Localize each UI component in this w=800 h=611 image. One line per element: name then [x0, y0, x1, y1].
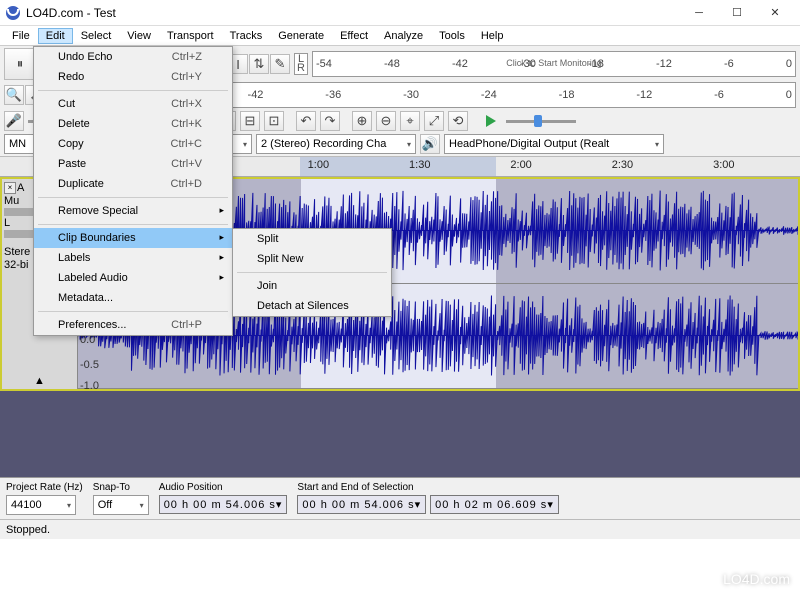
audio-position-field[interactable]: 00 h 00 m 54.006 s▾	[159, 495, 288, 514]
audio-position-label: Audio Position	[159, 482, 288, 493]
menu-transport[interactable]: Transport	[159, 28, 222, 44]
undo-icon[interactable]: ↶	[296, 111, 316, 131]
speaker3-icon: 🔊	[420, 134, 440, 154]
menu-analyze[interactable]: Analyze	[376, 28, 431, 44]
play-at-speed-button[interactable]	[480, 110, 502, 132]
statusbar: Stopped.	[0, 519, 800, 539]
menu-generate[interactable]: Generate	[270, 28, 332, 44]
meter-mark: -30	[403, 89, 419, 101]
submenu-item[interactable]: Detach at Silences	[233, 296, 391, 316]
redo-icon[interactable]: ↷	[320, 111, 340, 131]
envelope-tool-icon[interactable]: ⇅	[249, 54, 269, 74]
submenu-item[interactable]: Join	[233, 276, 391, 296]
meter-mark: -18	[559, 89, 575, 101]
menu-tools[interactable]: Tools	[431, 28, 473, 44]
pan-label: L	[4, 217, 10, 229]
track-name: A	[17, 182, 24, 194]
edit-menu-item[interactable]: CopyCtrl+C	[34, 134, 232, 154]
edit-menu-item[interactable]: Labeled Audio▸	[34, 268, 232, 288]
fit-selection-icon[interactable]: ⌖	[400, 111, 420, 131]
clip-boundaries-submenu: SplitSplit New JoinDetach at Silences	[232, 228, 392, 317]
pause-button[interactable]: ⏸	[4, 48, 36, 80]
time-tick: 3:00	[713, 159, 734, 171]
fit-project-icon[interactable]: ⤢	[424, 111, 444, 131]
recording-meter[interactable]: -54 -48 -42 -30 Click to Start Monitorin…	[312, 51, 796, 77]
edit-menu-item[interactable]: Preferences...Ctrl+P	[34, 315, 232, 335]
time-tick: 1:00	[308, 159, 329, 171]
menu-tracks[interactable]: Tracks	[222, 28, 271, 44]
watermark: LO4D.com	[723, 571, 790, 587]
selection-end-field[interactable]: 00 h 02 m 06.609 s▾	[430, 495, 559, 514]
time-tick: 2:00	[510, 159, 531, 171]
menubar: File Edit Select View Transport Tracks G…	[0, 26, 800, 46]
silence-icon[interactable]: ⊡	[264, 111, 284, 131]
play-speed-slider[interactable]	[506, 110, 586, 132]
meter-mark: -24	[481, 89, 497, 101]
channels-combo[interactable]: 2 (Stereo) Recording Cha▾	[256, 134, 416, 154]
snap-combo[interactable]: Off▾	[93, 495, 149, 515]
track-empty-space	[0, 391, 800, 447]
menu-file[interactable]: File	[4, 28, 38, 44]
edit-menu-item[interactable]: Clip Boundaries▸	[34, 228, 232, 248]
menu-help[interactable]: Help	[473, 28, 512, 44]
meter-mark: -54	[316, 58, 332, 70]
project-rate-combo[interactable]: 44100▾	[6, 495, 76, 515]
window-title: LO4D.com - Test	[26, 6, 680, 20]
zoom-tool-icon[interactable]: 🔍	[4, 85, 24, 105]
app-icon	[6, 6, 20, 20]
zoom-toggle-icon[interactable]: ⟲	[448, 111, 468, 131]
meter-mark: 0	[786, 58, 792, 70]
meter-mark: -6	[714, 89, 724, 101]
status-text: Stopped.	[6, 524, 50, 536]
meter-mark: -6	[724, 58, 734, 70]
meter-mark: -12	[656, 58, 672, 70]
meter-mark: -12	[636, 89, 652, 101]
edit-menu-item[interactable]: CutCtrl+X	[34, 94, 232, 114]
titlebar: LO4D.com - Test ─ ☐ ✕	[0, 0, 800, 26]
meter-mark: 0	[786, 89, 792, 101]
maximize-button[interactable]: ☐	[718, 1, 756, 25]
selection-toolbar: Project Rate (Hz) 44100▾ Snap-To Off▾ Au…	[0, 477, 800, 519]
trim-icon[interactable]: ⊟	[240, 111, 260, 131]
meter-click-label: Click to Start Monitoring	[506, 58, 602, 68]
edit-menu-dropdown: Undo EchoCtrl+ZRedoCtrl+Y CutCtrl+XDelete…	[33, 46, 233, 336]
mic-icon[interactable]: 🎤	[4, 111, 24, 131]
minimize-button[interactable]: ─	[680, 1, 718, 25]
time-tick: 2:30	[612, 159, 633, 171]
track-close-icon[interactable]: ×	[4, 182, 16, 194]
edit-menu-item[interactable]: DeleteCtrl+K	[34, 114, 232, 134]
selection-start-field[interactable]: 00 h 00 m 54.006 s▾	[297, 495, 426, 514]
track-collapse-icon[interactable]: ▲	[4, 375, 75, 387]
menu-view[interactable]: View	[119, 28, 159, 44]
meter-mark: -48	[384, 58, 400, 70]
edit-menu-item[interactable]: Remove Special▸	[34, 201, 232, 221]
edit-menu-item[interactable]: PasteCtrl+V	[34, 154, 232, 174]
zoom-out-icon[interactable]: ⊖	[376, 111, 396, 131]
rec-meter-lr: LR	[294, 53, 308, 75]
menu-edit[interactable]: Edit	[38, 28, 73, 44]
zoom-in-icon[interactable]: ⊕	[352, 111, 372, 131]
edit-menu-item[interactable]: DuplicateCtrl+D	[34, 174, 232, 194]
menu-select[interactable]: Select	[73, 28, 120, 44]
time-tick: 1:30	[409, 159, 430, 171]
draw-tool-icon[interactable]: ✎	[270, 54, 290, 74]
close-button[interactable]: ✕	[756, 1, 794, 25]
project-rate-label: Project Rate (Hz)	[6, 482, 83, 493]
meter-mark: -42	[248, 89, 264, 101]
menu-effect[interactable]: Effect	[332, 28, 376, 44]
selection-label: Start and End of Selection	[297, 482, 558, 493]
mute-button[interactable]: Mu	[4, 195, 19, 207]
submenu-item[interactable]: Split New	[233, 249, 391, 269]
meter-mark: -42	[452, 58, 468, 70]
edit-menu-item[interactable]: Undo EchoCtrl+Z	[34, 47, 232, 67]
input-device-combo[interactable]: HeadPhone/Digital Output (Realt▾	[444, 134, 664, 154]
edit-menu-item[interactable]: Labels▸	[34, 248, 232, 268]
edit-menu-item[interactable]: RedoCtrl+Y	[34, 67, 232, 87]
meter-mark: -36	[325, 89, 341, 101]
edit-menu-item[interactable]: Metadata...	[34, 288, 232, 308]
submenu-item[interactable]: Split	[233, 229, 391, 249]
snap-label: Snap-To	[93, 482, 149, 493]
